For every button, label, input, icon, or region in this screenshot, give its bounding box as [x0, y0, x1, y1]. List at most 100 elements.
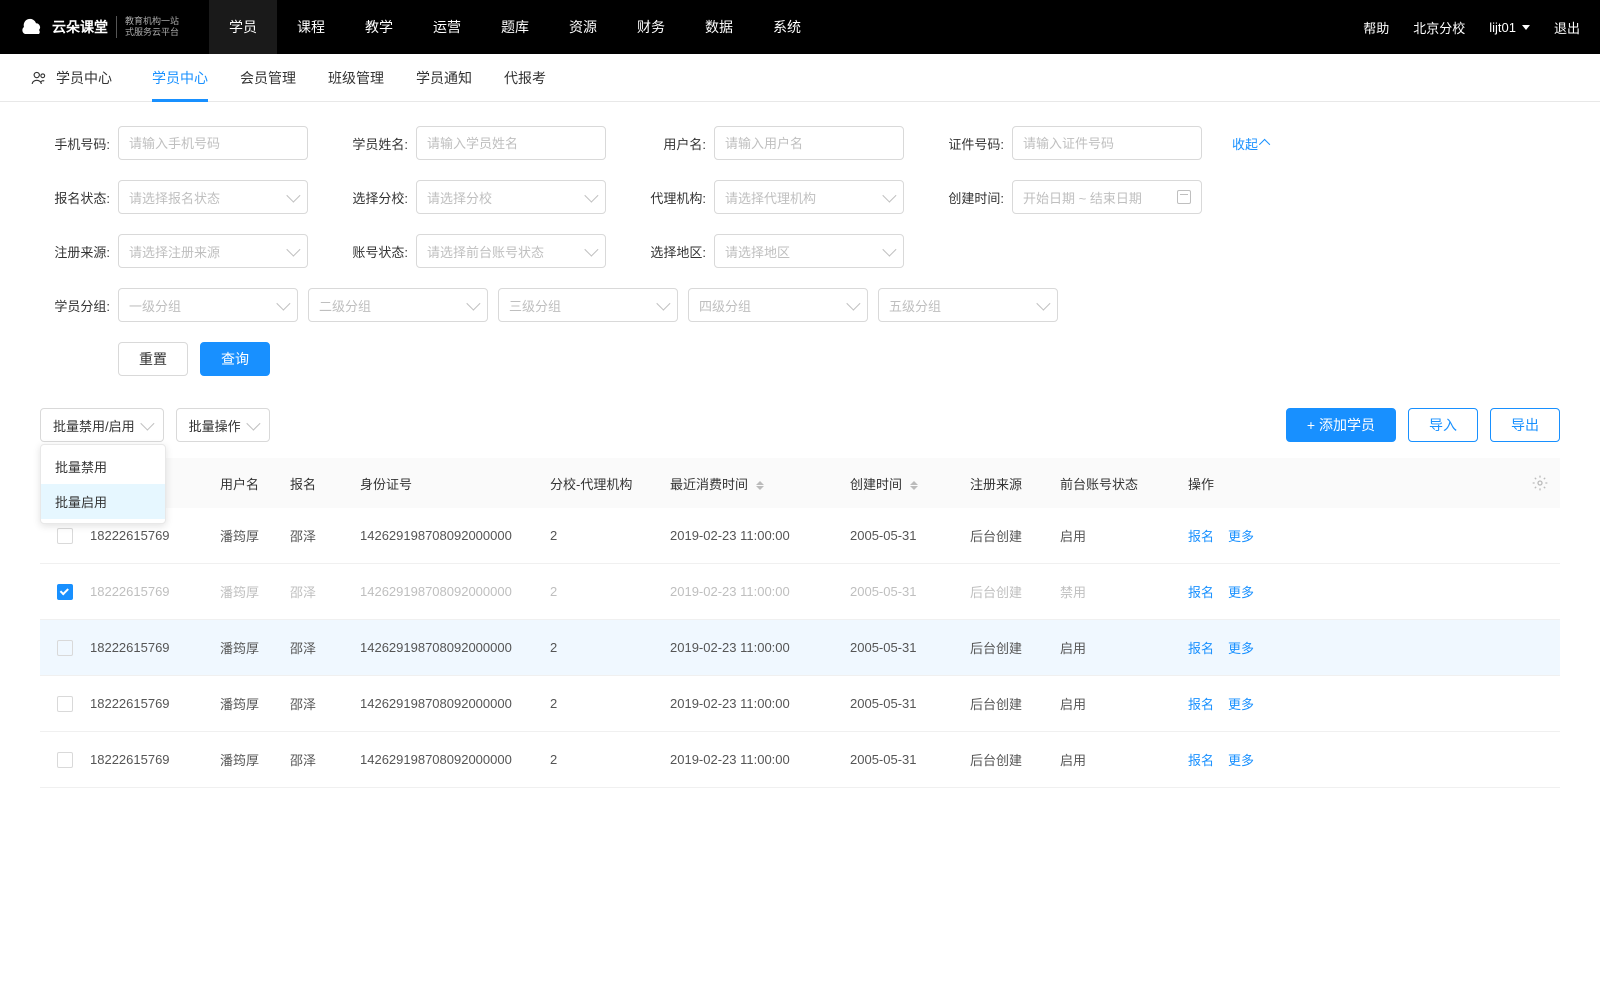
cell-source: 后台创建	[970, 526, 1060, 545]
col-username: 用户名	[220, 474, 290, 493]
chevron-down-icon	[286, 189, 300, 203]
status-select[interactable]: 请选择报名状态	[118, 180, 308, 214]
sort-icon	[756, 481, 764, 490]
sub-nav-item[interactable]: 会员管理	[240, 54, 296, 102]
user-icon	[30, 69, 48, 87]
cell-create: 2005-05-31	[850, 528, 970, 543]
cell-source: 后台创建	[970, 582, 1060, 601]
col-spend[interactable]: 最近消费时间	[670, 474, 850, 493]
help-link[interactable]: 帮助	[1363, 18, 1389, 37]
group-select[interactable]: 三级分组	[498, 288, 678, 322]
chevron-up-icon	[1259, 139, 1270, 150]
chevron-down-icon	[276, 297, 290, 311]
col-create[interactable]: 创建时间	[850, 474, 970, 493]
phone-input[interactable]	[118, 126, 308, 160]
signup-link[interactable]: 报名	[1188, 582, 1214, 601]
user-menu[interactable]: lijt01	[1489, 20, 1530, 35]
sub-nav-item[interactable]: 学员通知	[416, 54, 472, 102]
more-link[interactable]: 更多	[1228, 526, 1254, 545]
nav-item[interactable]: 题库	[481, 0, 549, 54]
group-select[interactable]: 四级分组	[688, 288, 868, 322]
cell-create: 2005-05-31	[850, 696, 970, 711]
cell-status: 启用	[1060, 750, 1180, 769]
student-table: 用户名 报名 身份证号 分校-代理机构 最近消费时间 创建时间 注册来源 前台账…	[40, 458, 1560, 788]
batch-enable-item[interactable]: 批量启用	[41, 484, 165, 519]
batch-disable-item[interactable]: 批量禁用	[41, 449, 165, 484]
row-checkbox[interactable]	[57, 752, 73, 768]
gear-icon[interactable]	[1532, 475, 1548, 491]
row-checkbox[interactable]	[57, 528, 73, 544]
signup-link[interactable]: 报名	[1188, 526, 1214, 545]
signup-link[interactable]: 报名	[1188, 638, 1214, 657]
cell-user: 潘筠厚	[220, 526, 290, 545]
add-student-button[interactable]: + 添加学员	[1286, 408, 1396, 442]
cell-source: 后台创建	[970, 694, 1060, 713]
cell-source: 后台创建	[970, 638, 1060, 657]
cell-phone: 18222615769	[90, 696, 220, 711]
signup-link[interactable]: 报名	[1188, 750, 1214, 769]
nav-item[interactable]: 课程	[277, 0, 345, 54]
create-label: 创建时间:	[934, 188, 1004, 207]
export-button[interactable]: 导出	[1490, 408, 1560, 442]
cloud-icon	[20, 15, 44, 39]
caret-down-icon	[1522, 25, 1530, 30]
batch-ops-dropdown[interactable]: 批量操作	[176, 408, 270, 442]
sub-nav-item[interactable]: 班级管理	[328, 54, 384, 102]
cell-school: 2	[550, 528, 670, 543]
username-label: 用户名:	[636, 134, 706, 153]
more-link[interactable]: 更多	[1228, 694, 1254, 713]
group-select[interactable]: 一级分组	[118, 288, 298, 322]
logo-text: 云朵课堂	[52, 17, 108, 37]
search-form: 手机号码: 学员姓名: 用户名: 证件号码: 收起 报名状态: 请选择报名状态 …	[0, 102, 1600, 400]
name-input[interactable]	[416, 126, 606, 160]
school-select[interactable]: 请选择分校	[416, 180, 606, 214]
nav-item[interactable]: 数据	[685, 0, 753, 54]
query-button[interactable]: 查询	[200, 342, 270, 376]
nav-item[interactable]: 系统	[753, 0, 821, 54]
logout-link[interactable]: 退出	[1554, 18, 1580, 37]
reset-button[interactable]: 重置	[118, 342, 188, 376]
nav-item[interactable]: 教学	[345, 0, 413, 54]
date-range-input[interactable]: 开始日期 ~ 结束日期	[1012, 180, 1202, 214]
source-label: 注册来源:	[40, 242, 110, 261]
sub-nav-item[interactable]: 代报考	[504, 54, 546, 102]
table-row: 18222615769 潘筠厚 邵泽 142629198708092000000…	[40, 508, 1560, 564]
row-checkbox[interactable]	[57, 640, 73, 656]
logo-subtitle: 教育机构一站 式服务云平台	[116, 16, 179, 38]
nav-item[interactable]: 学员	[209, 0, 277, 54]
nav-item[interactable]: 运营	[413, 0, 481, 54]
acct-select[interactable]: 请选择前台账号状态	[416, 234, 606, 268]
more-link[interactable]: 更多	[1228, 582, 1254, 601]
col-source: 注册来源	[970, 474, 1060, 493]
idcard-input[interactable]	[1012, 126, 1202, 160]
chevron-down-icon	[246, 417, 260, 431]
more-link[interactable]: 更多	[1228, 638, 1254, 657]
agency-select[interactable]: 请选择代理机构	[714, 180, 904, 214]
cell-spend: 2019-02-23 11:00:00	[670, 696, 850, 711]
agency-label: 代理机构:	[636, 188, 706, 207]
cell-phone: 18222615769	[90, 752, 220, 767]
batch-toggle-dropdown[interactable]: 批量禁用/启用	[40, 408, 164, 442]
calendar-icon	[1177, 190, 1191, 204]
username-input[interactable]	[714, 126, 904, 160]
row-checkbox[interactable]	[57, 584, 73, 600]
cell-id: 142629198708092000000	[360, 528, 550, 543]
source-select[interactable]: 请选择注册来源	[118, 234, 308, 268]
collapse-toggle[interactable]: 收起	[1232, 134, 1270, 153]
more-link[interactable]: 更多	[1228, 750, 1254, 769]
idcard-label: 证件号码:	[934, 134, 1004, 153]
import-button[interactable]: 导入	[1408, 408, 1478, 442]
branch-label[interactable]: 北京分校	[1413, 18, 1465, 37]
table-row: 18222615769 潘筠厚 邵泽 142629198708092000000…	[40, 564, 1560, 620]
nav-item[interactable]: 财务	[617, 0, 685, 54]
group-select[interactable]: 五级分组	[878, 288, 1058, 322]
cell-phone: 18222615769	[90, 528, 220, 543]
row-checkbox[interactable]	[57, 696, 73, 712]
chevron-down-icon	[466, 297, 480, 311]
nav-item[interactable]: 资源	[549, 0, 617, 54]
signup-link[interactable]: 报名	[1188, 694, 1214, 713]
sub-nav-item[interactable]: 学员中心	[152, 54, 208, 102]
status-label: 报名状态:	[40, 188, 110, 207]
group-select[interactable]: 二级分组	[308, 288, 488, 322]
region-select[interactable]: 请选择地区	[714, 234, 904, 268]
